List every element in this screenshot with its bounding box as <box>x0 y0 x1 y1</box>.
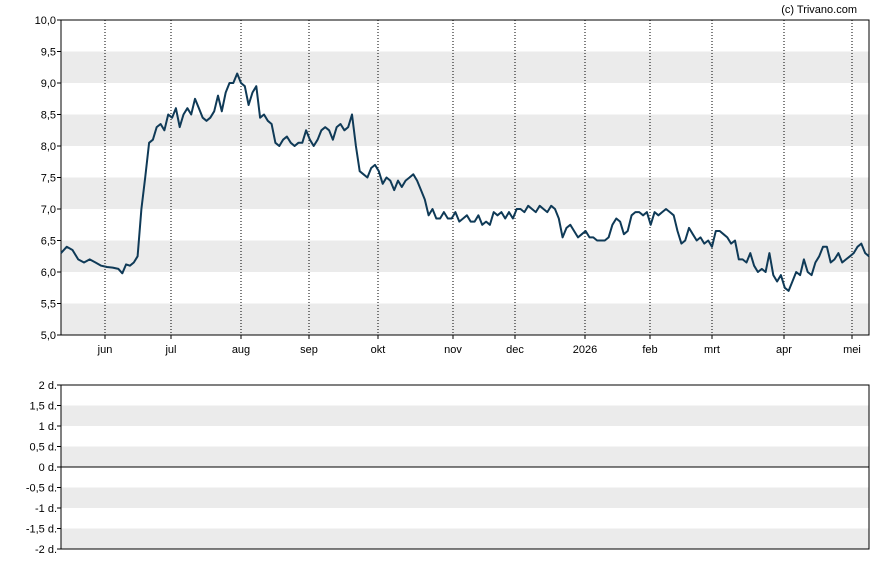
x-tick-label: aug <box>232 344 250 356</box>
x-tick-label: mei <box>843 344 861 356</box>
lower-y-tick-label: 1,5 d. <box>29 401 57 413</box>
y-tick-label: 9,5 <box>41 47 56 59</box>
lower-y-tick-label: 0 d. <box>39 462 57 474</box>
main-band <box>61 177 869 209</box>
lower-y-tick-label: 1 d. <box>39 421 57 433</box>
lower-band <box>61 405 869 426</box>
lower-band <box>61 528 869 549</box>
x-tick-label: apr <box>776 344 792 356</box>
x-tick-label: jul <box>164 344 176 356</box>
main-band <box>61 240 869 272</box>
x-tick-label: 2026 <box>573 344 597 356</box>
lower-y-tick-label: 2 d. <box>39 380 57 392</box>
x-tick-label: feb <box>642 344 657 356</box>
main-band <box>61 51 869 83</box>
lower-y-tick-label: -1 d. <box>35 503 57 515</box>
lower-y-tick-label: -1,5 d. <box>26 524 57 536</box>
y-tick-label: 9,0 <box>41 78 56 90</box>
main-band <box>61 303 869 335</box>
y-tick-label: 5,5 <box>41 299 56 311</box>
price-chart-canvas: (c) Trivano.com 5,0 5,5 6,0 6,5 7,0 7,5 8,0 8,5… <box>26 4 870 556</box>
main-chart-x-axis: jun jul aug sep okt nov dec 2026 feb mrt apr mei <box>97 335 861 356</box>
x-tick-label: okt <box>371 344 386 356</box>
x-tick-label: sep <box>300 344 318 356</box>
lower-y-tick-label: -2 d. <box>35 544 57 556</box>
y-tick-label: 10,0 <box>35 15 56 27</box>
main-chart-bands <box>61 51 869 335</box>
main-chart: 5,05,56,06,57,07,58,08,59,09,510,0 jun ju… <box>35 15 870 356</box>
x-tick-label: mrt <box>704 344 720 356</box>
lower-y-tick-label: -0,5 d. <box>26 483 57 495</box>
lower-chart-bands <box>61 405 869 549</box>
lower-chart-y-axis: 2 d. 1,5 d. 1 d. 0,5 d. 0 d. -0,5 d. -1 d. -1,5… <box>26 380 61 556</box>
y-tick-label: 7,0 <box>41 204 56 216</box>
y-tick-label: 7,5 <box>41 173 56 185</box>
y-tick-label: 6,0 <box>41 267 56 279</box>
y-tick-label: 8,0 <box>41 141 56 153</box>
x-tick-label: jun <box>97 344 113 356</box>
main-chart-y-axis: 5,0 5,5 6,0 6,5 7,0 7,5 8,0 8,5 9,0 9,5 10,0 <box>35 15 61 342</box>
x-tick-label: dec <box>506 344 524 356</box>
y-tick-label: 8,5 <box>41 110 56 122</box>
credit-label: (c) Trivano.com <box>781 4 857 16</box>
y-tick-label: 5,0 <box>41 330 56 342</box>
lower-chart: 2 d. 1,5 d. 1 d. 0,5 d. 0 d. -0,5 d. -1 d. -1,5… <box>26 380 870 556</box>
x-tick-label: nov <box>444 344 462 356</box>
lower-y-tick-label: 0,5 d. <box>29 442 57 454</box>
y-tick-label: 6,5 <box>41 236 56 248</box>
lower-band <box>61 446 869 467</box>
lower-band <box>61 487 869 508</box>
